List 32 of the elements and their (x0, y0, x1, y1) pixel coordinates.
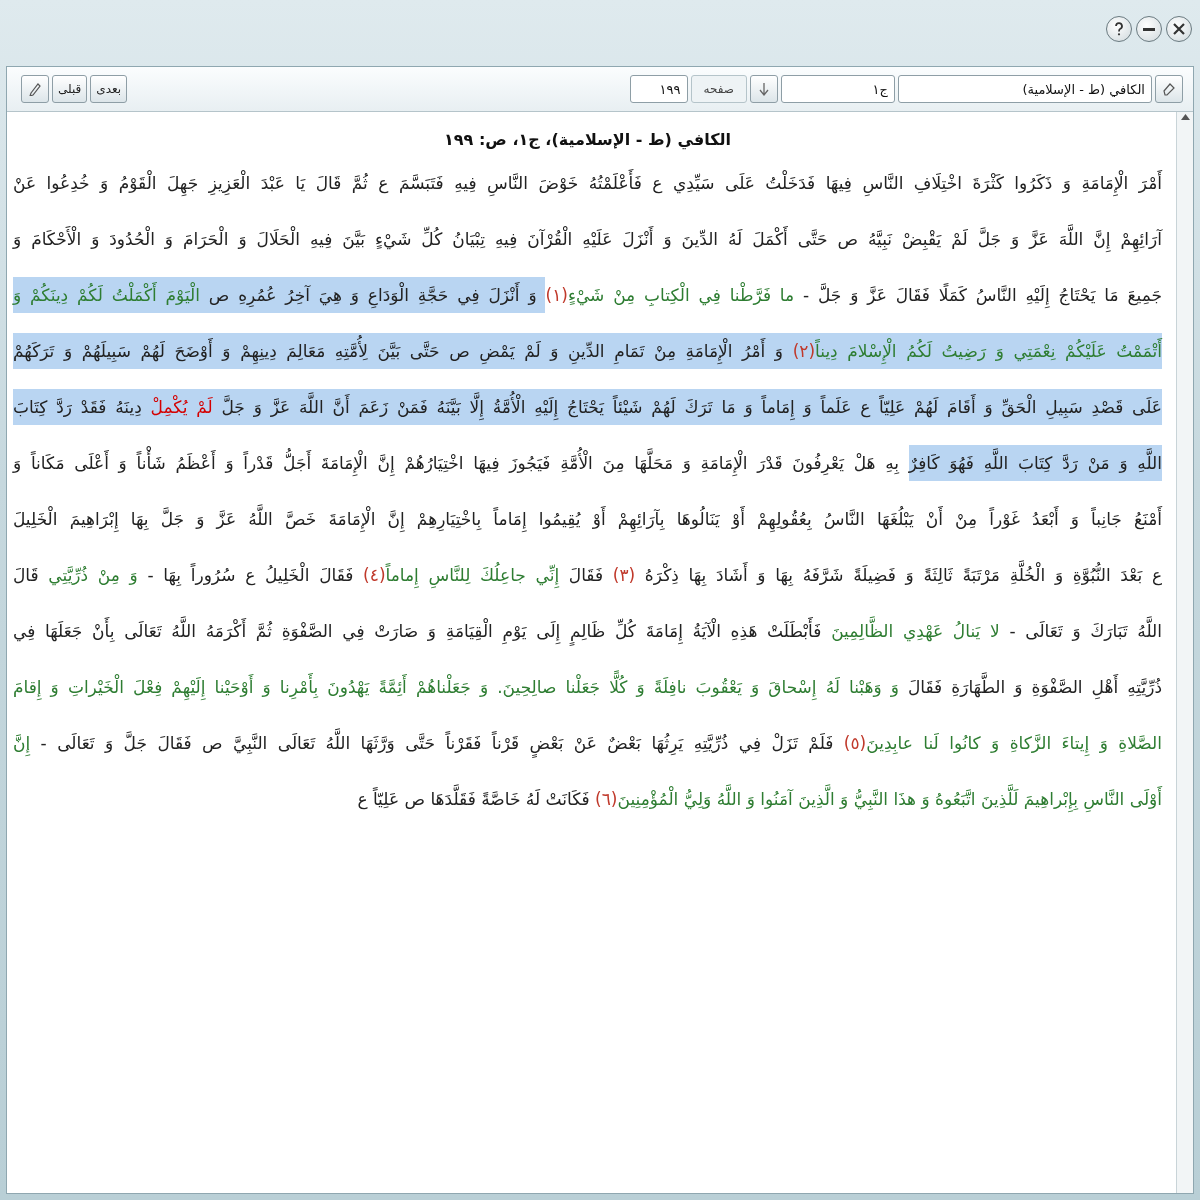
book-field[interactable]: الكافي (ط - الإسلامية) (898, 75, 1152, 103)
text-line: أَوْلَى النَّاسِ بِإِبْراهِيمَ لَلَّذِينَ اتَّبَعُوهُ وَ هذَا النَّبِيُّ وَ الَّذِينَ آمَنُوا وَ اللَّهُ وَلِيُّ الْمُؤْمِنِينَ(٦) فَكَانَتْ لَهُ خَاصَّةً فَقَلَّدَهَا ص عَلِيّاً ع (13, 771, 1162, 827)
help-button[interactable] (1106, 16, 1132, 42)
page-field[interactable]: ١٩٩ (629, 75, 688, 103)
edit-button[interactable] (21, 75, 49, 103)
eraser-icon (1162, 82, 1176, 96)
pencil-icon (28, 82, 42, 96)
close-icon (1173, 23, 1185, 35)
close-button[interactable] (1166, 16, 1192, 42)
up-arrow-icon (1180, 114, 1190, 120)
down-arrow-icon (759, 82, 769, 96)
next-button[interactable]: بعدى (90, 75, 128, 103)
text-line: آرَائِهِمْ إِنَّ اللَّهَ عَزَّ وَ جَلَّ لَمْ يَقْبِضْ نَبِيَّهُ ص حَتَّى أَكْمَلَ لَهُ الدِّينَ وَ أَنْزَلَ عَلَيْهِ الْقُرْآنَ فِيهِ تِبْيَانُ كُلِّ شَيْءٍ بَيَّنَ فِيهِ الْحَلَالَ وَ الْحَرَامَ وَ الْحُدُودَ وَ الْأَحْكَامَ وَ (13, 211, 1162, 267)
text-line: أَمْنَعُ جَانِباً وَ أَبْعَدُ غَوْراً مِنْ أَنْ يَبْلُغَهَا النَّاسُ بِعُقُولِهِمْ أَوْ يَنَالُوهَا بِآرَائِهِمْ أَوْ يُقِيمُوا إِمَاماً بِاخْتِيَارِهِمْ إِنَّ الْإِمَامَةَ خَصَّ اللَّهُ عَزَّ وَ جَلَّ بِهَا إِبْرَاهِيمَ الْخَلِيلَ (13, 491, 1162, 547)
page-heading: الكافي (ط - الإسلامية)، ج١، ص: ١٩٩ (443, 130, 732, 149)
text-line: اللَّهُ تَبَارَكَ وَ تَعَالَى - لا يَنالُ عَهْدِي الظَّالِمِينَ فَأَبْطَلَتْ هَذِهِ الْآيَةُ إِمَامَةَ كُلِّ ظَالِمٍ إِلَى يَوْمِ الْقِيَامَةِ وَ صَارَتْ فِي الصَّفْوَةِ ثُمَّ أَكْرَمَهُ اللَّهُ تَعَالَى بِأَنْ جَعَلَهَا فِي (13, 603, 1162, 659)
text-line: ع بَعْدَ النُّبُوَّةِ وَ الْخُلَّةِ مَرْتَبَةً ثَالِثَةً وَ فَضِيلَةً شَرَّفَهُ بِهَا وَ أَشَادَ بِهَا ذِكْرَهُ (٣) فَقَالَ إِنِّي جاعِلُكَ لِلنَّاسِ إِماماً(٤) فَقَالَ الْخَلِيلُ ع سُرُوراً بِهَا - وَ مِنْ ذُرِّيَّتِي قَالَ (13, 547, 1162, 603)
text-line: جَمِيعَ مَا يَحْتَاجُ إِلَيْهِ النَّاسُ كَمَلًا فَقَالَ عَزَّ وَ جَلَّ - ما فَرَّطْنا فِي الْكِتابِ مِنْ شَيْءٍ(١) وَ أَنْزَلَ فِي حَجَّةِ الْوَدَاعِ وَ هِيَ آخِرُ عُمُرِهِ ص الْيَوْمَ أَكْمَلْتُ لَكُمْ دِينَكُمْ وَ (13, 267, 1162, 323)
text-line: أَتْمَمْتُ عَلَيْكُمْ نِعْمَتِي وَ رَضِيتُ لَكُمُ الْإِسْلامَ دِيناً(٢) وَ أَمْرُ الْإِمَامَةِ مِنْ تَمَامِ الدِّينِ وَ لَمْ يَمْضِ ص حَتَّى بَيَّنَ لِأُمَّتِهِ مَعَالِمَ دِينِهِمْ وَ أَوْضَحَ لَهُمْ سَبِيلَهُمْ وَ تَرَكَهُمْ (13, 323, 1162, 379)
book-button[interactable] (1155, 75, 1183, 103)
text-line: ذُرِّيَّتِهِ أَهْلِ الصَّفْوَةِ وَ الطَّهَارَةِ فَقَالَ وَ وَهَبْنا لَهُ إِسْحاقَ وَ يَعْقُوبَ نافِلَةً وَ كُلًّا جَعَلْنا صالِحِينَ. وَ جَعَلْناهُمْ أَئِمَّةً يَهْدُونَ بِأَمْرِنا وَ أَوْحَيْنا إِلَيْهِمْ فِعْلَ الْخَيْراتِ وَ إِقامَ (13, 659, 1162, 715)
previous-button[interactable]: قبلى (52, 75, 88, 103)
text-line: أَمْرَ الْإِمَامَةِ وَ ذَكَرُوا كَثْرَةَ اخْتِلَافِ النَّاسِ فِيهَا فَدَخَلْتُ عَلَى سَيِّدِي ع فَأَعْلَمْتُهُ خَوْضَ النَّاسِ فِيهِ فَتَبَسَّمَ ع ثُمَّ قَالَ يَا عَبْدَ الْعَزِيزِ جَهِلَ الْقَوْمُ وَ خُدِعُوا عَنْ (13, 155, 1162, 211)
volume-field[interactable]: ج١ (781, 75, 895, 103)
text-line: الصَّلاةِ وَ إِيتاءَ الزَّكاةِ وَ كانُوا لَنا عابِدِينَ(٥) فَلَمْ تَزَلْ فِي ذُرِّيَّتِهِ يَرِثُهَا بَعْضٌ عَنْ بَعْضٍ قَرْناً فَقَرْناً حَتَّى وَرَّثَهَا اللَّهُ تَعَالَى النَّبِيَّ ص فَقَالَ جَلَّ وَ تَعَالَى - إِنَّ (13, 715, 1162, 771)
minimize-button[interactable] (1136, 16, 1162, 42)
help-icon (1113, 22, 1125, 36)
page-label: صفحه (690, 75, 747, 103)
scrollbar[interactable] (1176, 112, 1193, 1193)
text-line: اللَّهِ وَ مَنْ رَدَّ كِتَابَ اللَّهِ فَهُوَ كَافِرٌ بِهِ هَلْ يَعْرِفُونَ قَدْرَ الْإِمَامَةِ وَ مَحَلَّهَا مِنَ الْأُمَّةِ فَيَجُوزَ فِيهَا اخْتِيَارُهُمْ إِنَّ الْإِمَامَةَ أَجَلُّ قَدْراً وَ أَعْظَمُ شَأْناً وَ أَعْلَى مَكَاناً وَ (13, 435, 1162, 491)
go-button[interactable] (750, 75, 778, 103)
minimize-icon (1143, 27, 1155, 31)
